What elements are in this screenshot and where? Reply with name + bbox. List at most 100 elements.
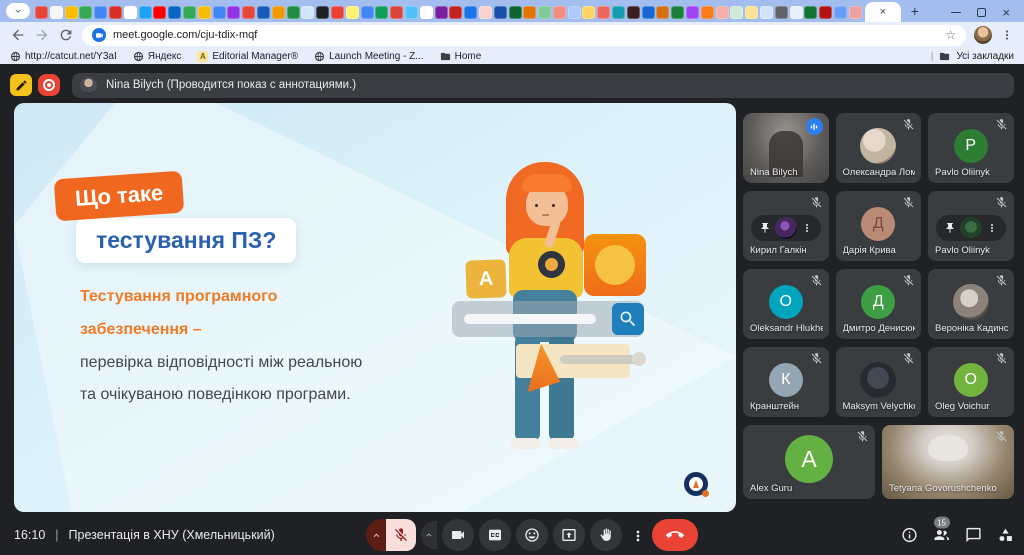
participant-tile[interactable]: Nina Bilych: [743, 113, 829, 183]
pinned-tab-favicon[interactable]: [390, 6, 403, 19]
bookmark-item[interactable]: AEditorial Manager®: [197, 51, 298, 62]
pinned-tab-favicon[interactable]: [819, 6, 832, 19]
pinned-tab-favicon[interactable]: [686, 6, 699, 19]
tab-close-icon[interactable]: ×: [880, 6, 886, 18]
pinned-tab-favicon[interactable]: [168, 6, 181, 19]
camera-options-chevron-icon[interactable]: [421, 521, 437, 549]
pinned-tab-favicon[interactable]: [568, 6, 581, 19]
pinned-tab-favicon[interactable]: [523, 6, 536, 19]
pinned-tab-favicon[interactable]: [745, 6, 758, 19]
participant-tile[interactable]: ККранштейн: [743, 347, 829, 417]
participant-tile[interactable]: Tetyana Govorushchenko: [882, 425, 1014, 499]
participant-tile[interactable]: PPavlo Oliinyk: [928, 113, 1014, 183]
pinned-tab-favicon[interactable]: [35, 6, 48, 19]
bookmark-star-icon[interactable]: ☆: [945, 28, 956, 42]
all-bookmarks[interactable]: | Усі закладки: [931, 51, 1014, 62]
pinned-tab-favicon[interactable]: [346, 6, 359, 19]
pinned-tab-favicon[interactable]: [435, 6, 448, 19]
tile-menu-icon[interactable]: [801, 222, 813, 234]
chat-icon[interactable]: [965, 527, 982, 544]
pinned-tab-favicon[interactable]: [405, 6, 418, 19]
annotation-tool-button[interactable]: [10, 74, 32, 96]
pinned-tab-favicon[interactable]: [509, 6, 522, 19]
pinned-tab-favicon[interactable]: [375, 6, 388, 19]
info-icon[interactable]: [901, 527, 918, 544]
pinned-tab-favicon[interactable]: [642, 6, 655, 19]
url-bar[interactable]: meet.google.com/cju-tdix-mqf ☆: [82, 25, 966, 46]
bookmark-item[interactable]: Home: [440, 51, 482, 62]
pinned-tab-favicon[interactable]: [849, 6, 862, 19]
end-call-button[interactable]: [652, 519, 698, 551]
participant-tile[interactable]: Кирил Галкін: [743, 191, 829, 261]
participant-tile[interactable]: Олександра Лом...: [836, 113, 922, 183]
pinned-tab-favicon[interactable]: [331, 6, 344, 19]
pinned-tab-favicon[interactable]: [790, 6, 803, 19]
pinned-tab-favicon[interactable]: [553, 6, 566, 19]
participant-tile[interactable]: OOleksandr Hlukhe...: [743, 269, 829, 339]
participant-tile[interactable]: AAlex Guru: [743, 425, 875, 499]
mic-options-chevron-icon[interactable]: [366, 519, 386, 551]
pinned-tab-favicon[interactable]: [716, 6, 729, 19]
bookmark-item[interactable]: http://catcut.net/Y3aI: [10, 51, 117, 62]
mic-button-group[interactable]: [366, 519, 416, 551]
presenter-banner[interactable]: Nina Bilych (Проводится показ с аннотаци…: [72, 73, 1014, 98]
pinned-tab-favicon[interactable]: [597, 6, 610, 19]
pinned-tab-favicon[interactable]: [494, 6, 507, 19]
profile-avatar[interactable]: [974, 26, 992, 44]
bookmark-item[interactable]: Launch Meeting - Z...: [314, 51, 424, 62]
participant-tile[interactable]: Maksym Velychko: [836, 347, 922, 417]
reload-icon[interactable]: [58, 27, 74, 43]
tab-search-button[interactable]: [6, 3, 30, 19]
close-icon[interactable]: ×: [1002, 8, 1010, 17]
pinned-tab-favicon[interactable]: [582, 6, 595, 19]
activities-icon[interactable]: [997, 527, 1014, 544]
participant-tile[interactable]: ДДарія Крива: [836, 191, 922, 261]
participant-tile[interactable]: Pavlo Oliinyk: [928, 191, 1014, 261]
active-tab[interactable]: ×: [865, 2, 901, 22]
pinned-tab-favicon[interactable]: [656, 6, 669, 19]
pinned-tab-favicon[interactable]: [301, 6, 314, 19]
tile-menu-icon[interactable]: [986, 222, 998, 234]
pinned-tab-favicon[interactable]: [701, 6, 714, 19]
pinned-tab-favicon[interactable]: [213, 6, 226, 19]
pinned-tab-favicon[interactable]: [479, 6, 492, 19]
pinned-tab-favicon[interactable]: [50, 6, 63, 19]
browser-menu-icon[interactable]: [1000, 28, 1014, 42]
pinned-tab-favicon[interactable]: [538, 6, 551, 19]
back-icon[interactable]: [10, 27, 26, 43]
pinned-tab-favicon[interactable]: [65, 6, 78, 19]
participant-tile[interactable]: ДДмитро Денисюк: [836, 269, 922, 339]
record-button[interactable]: [38, 74, 60, 96]
captions-button[interactable]: [479, 519, 511, 551]
pinned-tab-favicon[interactable]: [242, 6, 255, 19]
all-bookmarks-label[interactable]: Усі закладки: [956, 51, 1014, 62]
pinned-tab-favicon[interactable]: [671, 6, 684, 19]
pinned-tab-favicon[interactable]: [834, 6, 847, 19]
new-tab-button[interactable]: +: [905, 1, 925, 21]
presentation-stage[interactable]: Що таке тестування ПЗ? Тестування програ…: [14, 103, 736, 512]
minimize-icon[interactable]: [951, 12, 961, 14]
pinned-tab-favicon[interactable]: [79, 6, 92, 19]
pinned-tab-favicon[interactable]: [272, 6, 285, 19]
pinned-tab-favicon[interactable]: [449, 6, 462, 19]
pin-icon[interactable]: [759, 222, 771, 234]
pinned-tab-favicon[interactable]: [612, 6, 625, 19]
pinned-tab-favicon[interactable]: [464, 6, 477, 19]
pinned-tab-favicon[interactable]: [257, 6, 270, 19]
mic-off-button[interactable]: [386, 519, 416, 551]
pinned-tab-favicon[interactable]: [760, 6, 773, 19]
pinned-tab-favicon[interactable]: [183, 6, 196, 19]
pinned-tab-favicon[interactable]: [775, 6, 788, 19]
pinned-tab-favicon[interactable]: [109, 6, 122, 19]
pinned-tab-favicon[interactable]: [627, 6, 640, 19]
pinned-tab-favicon[interactable]: [139, 6, 152, 19]
pinned-tab-favicon[interactable]: [94, 6, 107, 19]
pinned-tab-favicon[interactable]: [804, 6, 817, 19]
pinned-tab-favicon[interactable]: [361, 6, 374, 19]
camera-button[interactable]: [442, 519, 474, 551]
reactions-button[interactable]: [516, 519, 548, 551]
more-options-button[interactable]: [627, 519, 647, 551]
pinned-tab-favicon[interactable]: [153, 6, 166, 19]
url-text[interactable]: meet.google.com/cju-tdix-mqf: [113, 29, 938, 41]
pinned-tab-favicon[interactable]: [227, 6, 240, 19]
